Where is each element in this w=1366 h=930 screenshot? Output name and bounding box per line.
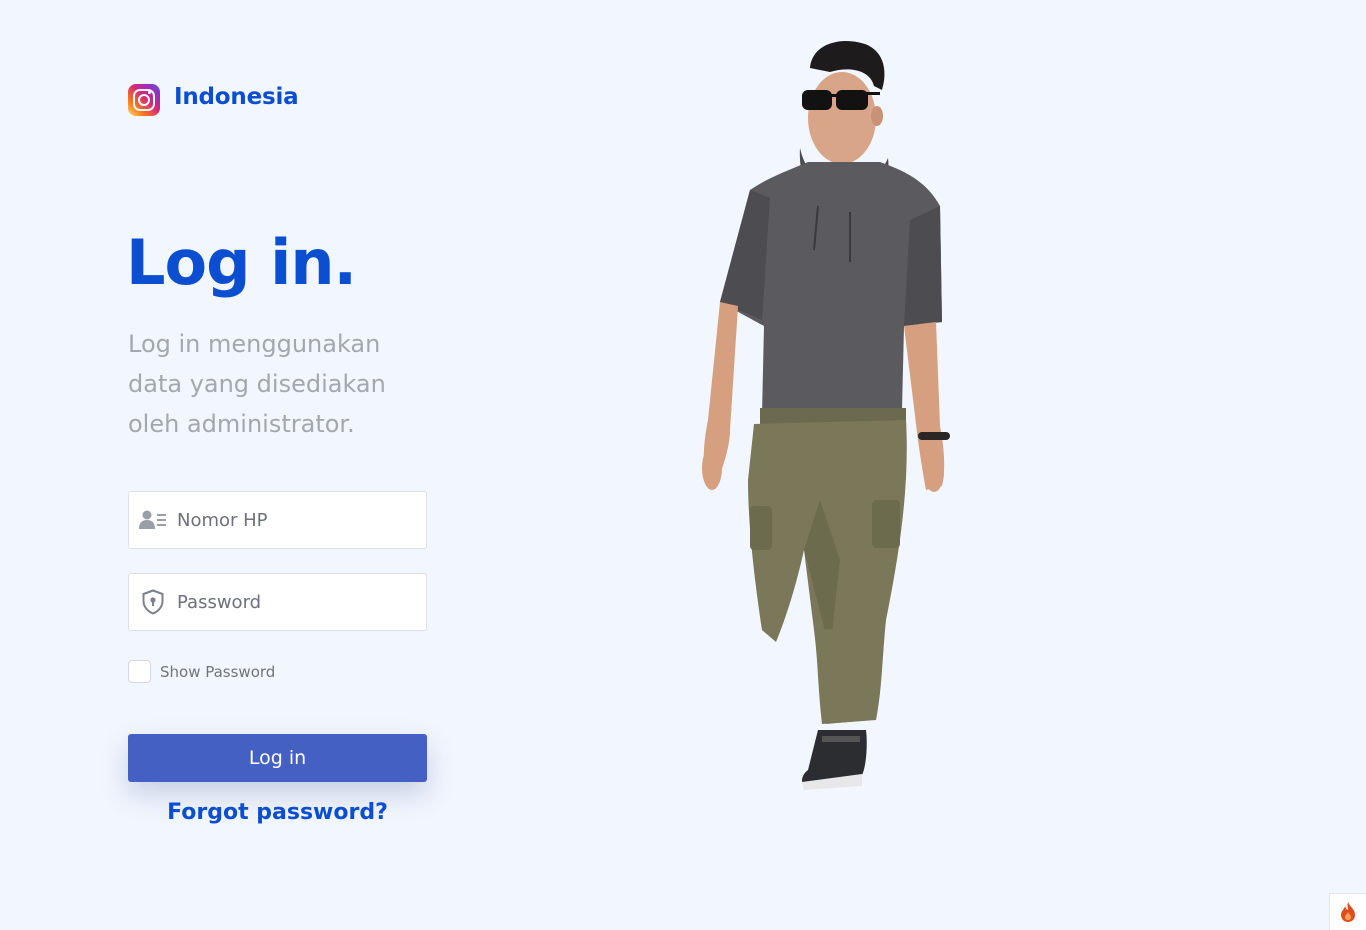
instagram-logo-icon bbox=[128, 84, 160, 116]
forgot-password-link[interactable]: Forgot password? bbox=[128, 800, 427, 825]
man-walking-illustration bbox=[702, 41, 950, 790]
show-password-checkbox[interactable] bbox=[128, 660, 151, 683]
page-subtitle: Log in menggunakan data yang disediakan … bbox=[128, 330, 386, 438]
hero-image bbox=[690, 30, 970, 800]
password-input[interactable] bbox=[177, 574, 426, 630]
password-field[interactable] bbox=[128, 573, 427, 631]
show-password-label: Show Password bbox=[160, 662, 276, 681]
login-page: Indonesia Log in. Log in menggunakan dat… bbox=[0, 0, 1366, 930]
shield-lock-icon bbox=[129, 574, 177, 630]
show-password-toggle[interactable]: Show Password bbox=[128, 660, 275, 683]
phone-input[interactable] bbox=[177, 492, 426, 548]
phone-field[interactable] bbox=[128, 491, 427, 549]
user-id-icon bbox=[129, 492, 177, 548]
page-title: Log in. bbox=[126, 226, 357, 299]
flame-icon bbox=[1341, 902, 1355, 922]
brand: Indonesia bbox=[128, 84, 299, 116]
flame-icon-badge[interactable] bbox=[1329, 893, 1366, 930]
brand-name: Indonesia bbox=[174, 84, 299, 110]
login-button[interactable]: Log in bbox=[128, 734, 427, 782]
